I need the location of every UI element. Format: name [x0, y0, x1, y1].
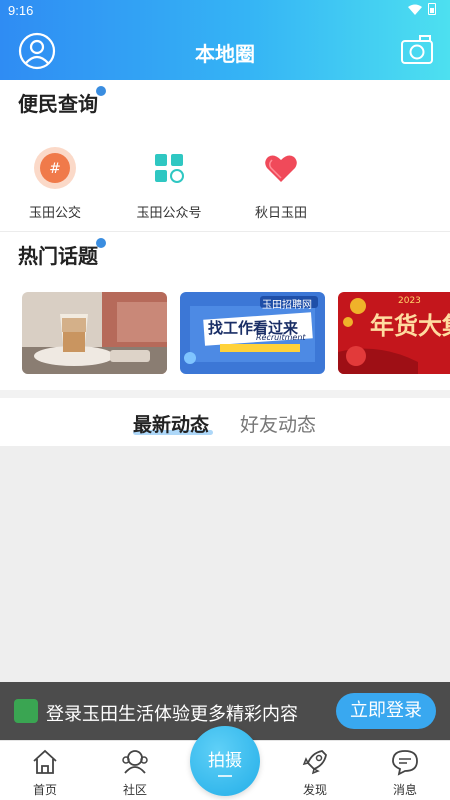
tab-friends[interactable]: 好友动态 — [240, 410, 316, 437]
tab-latest[interactable]: 最新动态 — [133, 410, 209, 437]
status-bar: 9:16 — [0, 0, 450, 22]
message-icon — [392, 750, 418, 776]
shoot-label: 拍摄 — [208, 751, 242, 771]
topics-carousel[interactable]: 玉田招聘网 找工作看过来 Recruitment 2023 年货大集 — [0, 290, 450, 376]
tab-label: 首页 — [32, 783, 57, 797]
section-gap — [0, 390, 450, 398]
topics-section-title: 热门话题 — [18, 238, 106, 269]
services-title-text: 便民查询 — [18, 92, 98, 116]
svg-text:#: # — [49, 161, 61, 177]
grid-apps-icon — [155, 154, 184, 183]
camera-icon[interactable] — [400, 33, 434, 67]
login-button[interactable]: 立即登录 — [336, 693, 436, 729]
topic-card-newyear[interactable]: 2023 年货大集 — [338, 292, 450, 374]
recruitment-badge: 玉田招聘网 — [262, 300, 312, 311]
community-icon — [122, 750, 148, 774]
hashtag-circle-icon: # — [34, 147, 76, 189]
rocket-icon — [302, 750, 327, 775]
login-prompt-text: 登录玉田生活体验更多精彩内容 — [46, 704, 298, 725]
tab-messages[interactable]: 消息 — [370, 747, 440, 798]
app-logo-icon — [14, 699, 38, 723]
tab-community[interactable]: 社区 — [100, 747, 170, 798]
tab-discover[interactable]: 发现 — [280, 747, 350, 798]
feed-tabs: 最新动态 好友动态 — [0, 398, 450, 446]
tab-home[interactable]: 首页 — [10, 747, 80, 798]
services-grid: # 玉田公交 玉田公众号 秋日玉田 — [0, 140, 450, 230]
services-section-title: 便民查询 — [18, 86, 106, 117]
service-label: 玉田公交 — [28, 206, 81, 221]
topic-card-recruitment[interactable]: 玉田招聘网 找工作看过来 Recruitment — [180, 292, 325, 374]
tab-label: 消息 — [392, 783, 417, 797]
app-header: 9:16 本地圈 — [0, 0, 450, 80]
recruitment-subtitle: Recruitment — [256, 333, 306, 342]
service-item-official[interactable]: 玉田公众号 — [114, 140, 224, 221]
feed-content-area[interactable] — [0, 446, 450, 682]
newyear-title: 年货大集 — [370, 312, 450, 340]
status-icons — [408, 3, 436, 15]
tab-label: 发现 — [302, 783, 327, 797]
section-title-dot — [96, 86, 106, 96]
newyear-year: 2023 — [398, 296, 421, 306]
wifi-icon — [408, 4, 422, 15]
service-item-bus[interactable]: # 玉田公交 — [0, 140, 110, 221]
section-divider — [0, 231, 450, 232]
tab-label: 社区 — [122, 783, 147, 797]
service-item-autumn[interactable]: 秋日玉田 — [226, 140, 336, 221]
shoot-button[interactable]: 拍摄 — [190, 726, 260, 796]
status-time: 9:16 — [8, 3, 34, 18]
service-label: 秋日玉田 — [254, 206, 307, 221]
battery-icon — [428, 3, 436, 15]
topic-card-coffee[interactable] — [22, 292, 167, 374]
home-icon — [33, 749, 57, 774]
heart-icon — [265, 155, 297, 182]
topics-title-text: 热门话题 — [18, 244, 98, 268]
section-title-dot — [96, 238, 106, 248]
service-label: 玉田公众号 — [136, 206, 202, 221]
coffee-photo — [22, 292, 167, 374]
page-title: 本地圈 — [195, 42, 255, 66]
shoot-bar-icon — [218, 775, 232, 777]
